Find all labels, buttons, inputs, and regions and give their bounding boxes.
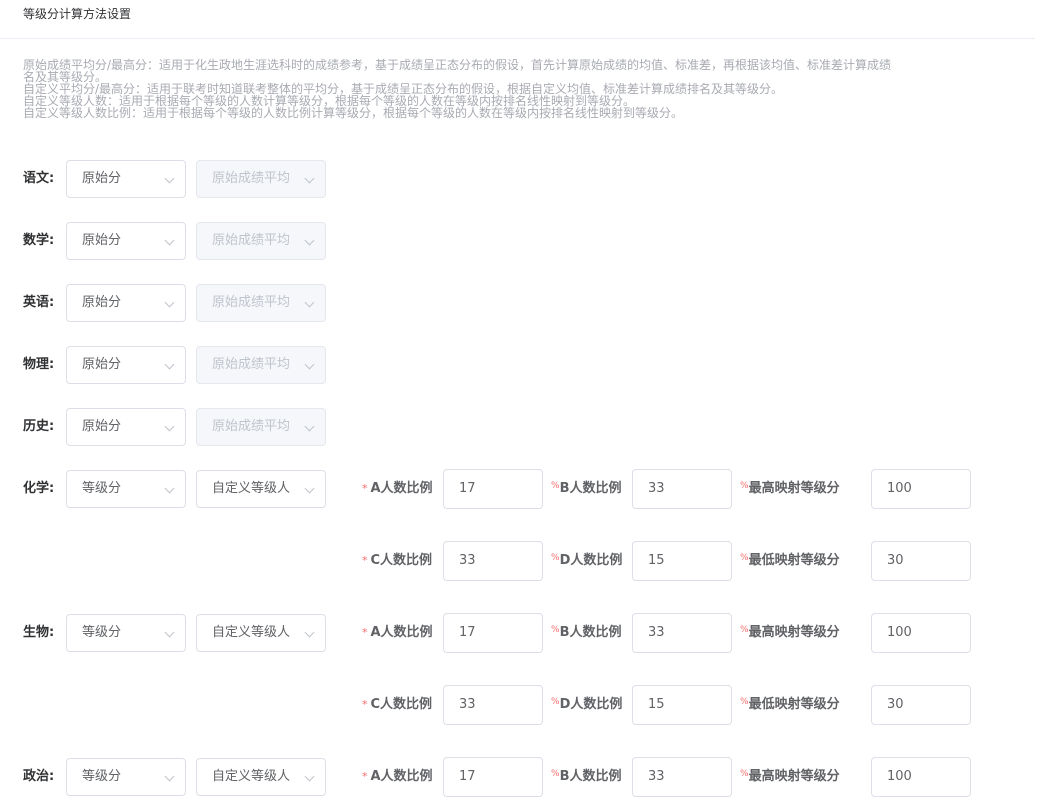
a-ratio-label: * A人数比例 — [362, 625, 433, 640]
min-score-label: %最低映射等级分 — [740, 553, 840, 568]
chevron-down-icon — [304, 421, 315, 432]
chevron-down-icon — [304, 627, 315, 638]
subject-label: 生物: — [23, 625, 55, 640]
description-line: 自定义等级人数比例：适用于根据每个等级的人数比例计算等级分，根据每个等级的人数在… — [23, 106, 684, 120]
c-ratio-input[interactable]: 33 — [443, 541, 543, 581]
c-ratio-input[interactable]: 33 — [443, 685, 543, 725]
subject-label: 化学: — [23, 481, 55, 496]
c-ratio-label: * C人数比例 — [362, 553, 433, 568]
sub-method-select[interactable]: 原始成绩平均 — [196, 160, 326, 198]
a-ratio-input[interactable]: 17 — [443, 613, 543, 653]
method-select[interactable]: 原始分 — [66, 160, 186, 198]
max-score-label: %最高映射等级分 — [740, 769, 840, 784]
chevron-down-icon — [164, 235, 175, 246]
c-ratio-label: * C人数比例 — [362, 697, 433, 712]
method-select[interactable]: 等级分 — [66, 470, 186, 508]
chevron-down-icon — [304, 771, 315, 782]
min-score-input[interactable]: 30 — [871, 541, 971, 581]
chevron-down-icon — [164, 173, 175, 184]
subject-label: 历史: — [23, 419, 55, 434]
sub-method-select[interactable]: 自定义等级人 — [196, 470, 326, 508]
method-select[interactable]: 等级分 — [66, 758, 186, 796]
d-ratio-label: %D人数比例 — [551, 697, 623, 712]
a-ratio-input[interactable]: 17 — [443, 757, 543, 797]
description-line: 原始成绩平均分/最高分：适用于化生政地生涯选科时的成绩参考，基于成绩呈正态分布的… — [23, 58, 892, 72]
max-score-input[interactable]: 100 — [871, 757, 971, 797]
chevron-down-icon — [304, 297, 315, 308]
max-score-label: %最高映射等级分 — [740, 481, 840, 496]
page-title: 等级分计算方法设置 — [23, 7, 132, 21]
sub-method-select[interactable]: 自定义等级人 — [196, 614, 326, 652]
max-score-input[interactable]: 100 — [871, 613, 971, 653]
subject-label: 物理: — [23, 357, 55, 372]
b-ratio-label: %B人数比例 — [551, 481, 622, 496]
chevron-down-icon — [164, 627, 175, 638]
sub-method-select[interactable]: 原始成绩平均 — [196, 346, 326, 384]
max-score-input[interactable]: 100 — [871, 469, 971, 509]
chevron-down-icon — [164, 297, 175, 308]
chevron-down-icon — [304, 173, 315, 184]
subject-label: 语文: — [23, 171, 55, 186]
page-header: 等级分计算方法设置 — [0, 0, 1035, 39]
chevron-down-icon — [164, 421, 175, 432]
sub-method-select[interactable]: 原始成绩平均 — [196, 284, 326, 322]
sub-method-select[interactable]: 原始成绩平均 — [196, 222, 326, 260]
b-ratio-input[interactable]: 33 — [632, 757, 732, 797]
d-ratio-input[interactable]: 15 — [632, 541, 732, 581]
sub-method-select[interactable]: 自定义等级人 — [196, 758, 326, 796]
method-select[interactable]: 原始分 — [66, 284, 186, 322]
method-select[interactable]: 原始分 — [66, 222, 186, 260]
d-ratio-input[interactable]: 15 — [632, 685, 732, 725]
chevron-down-icon — [304, 359, 315, 370]
a-ratio-label: * A人数比例 — [362, 769, 433, 784]
min-score-label: %最低映射等级分 — [740, 697, 840, 712]
b-ratio-input[interactable]: 33 — [632, 469, 732, 509]
method-description: 原始成绩平均分/最高分：适用于化生政地生涯选科时的成绩参考，基于成绩呈正态分布的… — [23, 59, 1041, 119]
chevron-down-icon — [164, 359, 175, 370]
chevron-down-icon — [304, 483, 315, 494]
d-ratio-label: %D人数比例 — [551, 553, 623, 568]
method-select[interactable]: 原始分 — [66, 408, 186, 446]
subject-label: 政治: — [23, 769, 55, 784]
min-score-input[interactable]: 30 — [871, 685, 971, 725]
chevron-down-icon — [164, 771, 175, 782]
b-ratio-label: %B人数比例 — [551, 625, 622, 640]
subject-label: 英语: — [23, 295, 55, 310]
sub-method-select[interactable]: 原始成绩平均 — [196, 408, 326, 446]
max-score-label: %最高映射等级分 — [740, 625, 840, 640]
a-ratio-label: * A人数比例 — [362, 481, 433, 496]
a-ratio-input[interactable]: 17 — [443, 469, 543, 509]
method-select[interactable]: 等级分 — [66, 614, 186, 652]
chevron-down-icon — [304, 235, 315, 246]
b-ratio-label: %B人数比例 — [551, 769, 622, 784]
subject-label: 数学: — [23, 233, 55, 248]
b-ratio-input[interactable]: 33 — [632, 613, 732, 653]
chevron-down-icon — [164, 483, 175, 494]
method-select[interactable]: 原始分 — [66, 346, 186, 384]
